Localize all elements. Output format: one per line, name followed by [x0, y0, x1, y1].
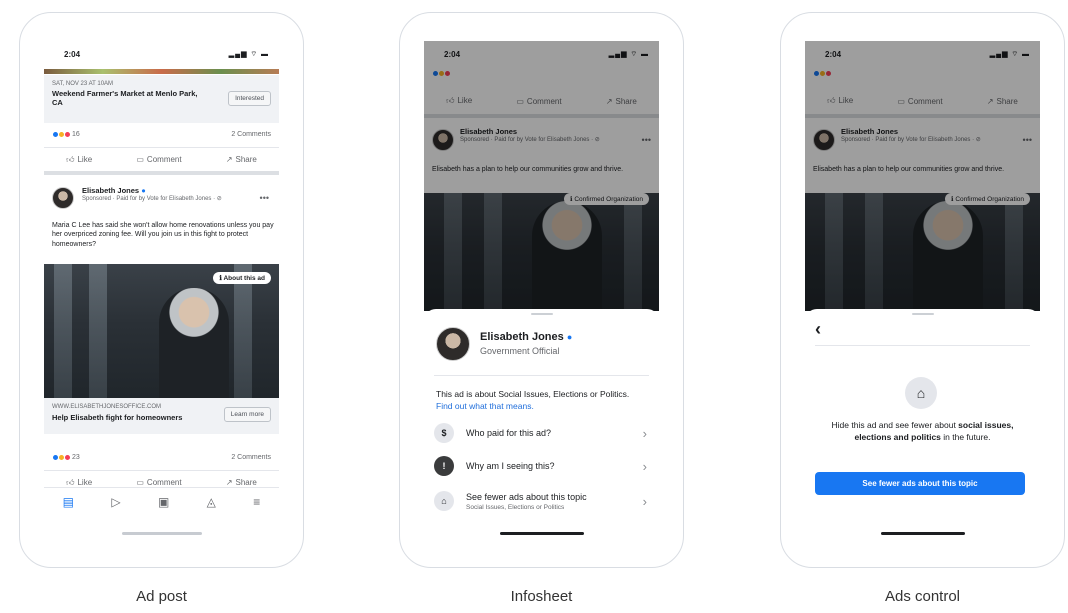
divider	[44, 171, 279, 175]
event-date: SAT, NOV 23 AT 10AM	[52, 81, 114, 87]
see-fewer-ads-button[interactable]: See fewer ads about this topic	[815, 472, 1025, 495]
info-icon: ℹ	[219, 275, 222, 282]
sheet-name: Elisabeth Jones ●	[480, 331, 573, 343]
divider	[815, 345, 1030, 346]
event-title: Weekend Farmer's Market at Menlo Park, C…	[52, 89, 198, 107]
menu-icon: ≡	[253, 494, 261, 509]
post-body: Maria C Lee has said she won't allow hom…	[52, 222, 274, 248]
screen-ad-post: 2:04 ▂▄▆ ⌔ ▬ SAT, NOV 23 AT 10AM Weekend…	[44, 41, 279, 543]
about-text: This ad is about Social Issues, Election…	[436, 389, 630, 411]
row-sublabel: Social Issues, Elections or Politics	[466, 503, 565, 511]
sheet-avatar	[436, 327, 470, 361]
tab-bar: ▤ ▷ ▣ ◬ ≡	[44, 487, 279, 515]
screen-infosheet: 2:04 ▂▄▆ ⌔ ▬ 👍︎ Like ▭ Comment ↗ Share Elis…	[424, 41, 659, 543]
event-card[interactable]: SAT, NOV 23 AT 10AM Weekend Farmer's Mar…	[44, 75, 279, 123]
action-bar-1: 👍︎ Like ▭ Comment ↗ Share	[44, 147, 279, 171]
divider	[434, 375, 649, 376]
video-icon: ▷	[111, 494, 121, 509]
home-indicator	[499, 532, 584, 535]
comment-button[interactable]: ▭ Comment	[136, 155, 181, 164]
who-paid-row[interactable]: $ Who paid for this ad? ›	[434, 419, 649, 447]
sheet-handle[interactable]	[530, 313, 553, 315]
institution-icon: ⌂	[905, 377, 937, 409]
caption-ad-post: Ad post	[136, 588, 187, 605]
find-out-link[interactable]: Find out what that means.	[436, 401, 534, 411]
sponsored-label: Sponsored · Paid for by Vote for Elisabe…	[82, 196, 222, 202]
verified-icon: ●	[141, 186, 146, 195]
thumbs-up-icon: 👍︎	[66, 477, 75, 487]
dim-overlay[interactable]	[424, 41, 659, 311]
tab-watch[interactable]: ▷	[111, 495, 120, 509]
chevron-right-icon: ›	[642, 458, 647, 474]
see-fewer-row[interactable]: ⌂ See fewer ads about this topic Social …	[434, 487, 649, 515]
like-button[interactable]: 👍︎ Like	[66, 478, 92, 488]
sheet-role: Government Official	[480, 346, 560, 356]
avatar[interactable]	[52, 187, 74, 209]
share-icon: ↗	[225, 478, 233, 487]
link-preview[interactable]: WWW.ELISABETHJONESOFFICE.COM Help Elisab…	[44, 398, 279, 434]
reaction-count: 16	[71, 130, 80, 138]
interested-button[interactable]: Interested	[228, 91, 271, 106]
row-label: Why am I seeing this?	[466, 461, 555, 471]
dim-overlay[interactable]	[805, 41, 1040, 311]
comments-count[interactable]: 2 Comments	[231, 131, 271, 138]
phone-ad-post: 2:04 ▂▄▆ ⌔ ▬ SAT, NOV 23 AT 10AM Weekend…	[19, 12, 304, 568]
reaction-count: 23	[71, 453, 80, 461]
love-reaction-icon	[64, 453, 71, 461]
store-icon: ▣	[157, 494, 170, 509]
home-indicator	[880, 532, 965, 535]
ads-control-text: Hide this ad and see fewer about social …	[831, 420, 1014, 443]
more-options-icon[interactable]: •••	[260, 193, 269, 203]
ads-control-sheet: ‹ ⌂ Hide this ad and see fewer about soc…	[805, 309, 1040, 543]
comment-icon: ▭	[136, 155, 144, 164]
back-button[interactable]: ‹	[815, 319, 821, 340]
tab-marketplace[interactable]: ▣	[158, 495, 169, 509]
status-time: 2:04	[64, 50, 81, 59]
row-label: See fewer ads about this topic	[466, 491, 587, 502]
ad-photo[interactable]: ℹ About this ad	[44, 264, 279, 398]
caption-infosheet: Infosheet	[510, 588, 573, 605]
learn-more-button[interactable]: Learn more	[223, 407, 271, 422]
woman-image	[159, 288, 229, 398]
home-icon: ▤	[62, 494, 75, 509]
sheet-handle[interactable]	[911, 313, 934, 315]
comment-icon: ▭	[136, 478, 144, 487]
dollar-icon: $	[434, 423, 454, 443]
verified-icon: ●	[566, 332, 573, 342]
comment-button[interactable]: ▭ Comment	[136, 478, 181, 487]
info-sheet: Elisabeth Jones ● Government Official Th…	[424, 309, 659, 543]
reactions-row-1[interactable]: 16 2 Comments	[44, 123, 279, 145]
thumbs-up-icon: 👍︎	[66, 154, 75, 164]
comments-count[interactable]: 2 Comments	[231, 454, 271, 461]
alert-icon: !	[434, 456, 454, 476]
phone-infosheet: 2:04 ▂▄▆ ⌔ ▬ 👍︎ Like ▭ Comment ↗ Share Elis…	[399, 12, 684, 568]
row-label: Who paid for this ad?	[466, 428, 552, 438]
tab-menu[interactable]: ≡	[253, 495, 260, 509]
screen-ads-control: 2:04 ▂▄▆ ⌔ ▬ 👍︎ Like ▭ Comment ↗ Share Elis…	[805, 41, 1040, 543]
about-this-ad-badge[interactable]: ℹ About this ad	[213, 272, 271, 284]
author-name[interactable]: Elisabeth Jones ●	[82, 186, 232, 195]
row-text: See fewer ads about this topic Social Is…	[466, 492, 587, 511]
sheet-header: Elisabeth Jones ● Government Official	[480, 331, 572, 356]
like-button[interactable]: 👍︎ Like	[66, 155, 92, 165]
home-indicator	[121, 532, 202, 535]
food-image-strip	[44, 69, 279, 74]
why-seeing-row[interactable]: ! Why am I seeing this? ›	[434, 452, 649, 480]
share-button[interactable]: ↗ Share	[226, 478, 257, 487]
caption-ads-control: Ads control	[884, 588, 961, 605]
chevron-right-icon: ›	[642, 425, 647, 441]
phone-ads-control: 2:04 ▂▄▆ ⌔ ▬ 👍︎ Like ▭ Comment ↗ Share Elis…	[780, 12, 1065, 568]
status-bar: 2:04 ▂▄▆ ⌔ ▬	[44, 41, 279, 67]
institution-icon: ⌂	[434, 491, 454, 511]
reactions-row-2[interactable]: 23 2 Comments	[44, 446, 279, 468]
chevron-right-icon: ›	[642, 493, 647, 509]
tab-home[interactable]: ▤	[63, 495, 74, 509]
tab-notifications[interactable]: ◬	[207, 495, 216, 509]
status-icons: ▂▄▆ ⌔ ▬	[228, 51, 269, 58]
post-header: Elisabeth Jones ● Sponsored · Paid for b…	[82, 186, 232, 202]
share-button[interactable]: ↗ Share	[226, 155, 257, 164]
bell-icon: ◬	[206, 494, 216, 509]
share-icon: ↗	[225, 155, 233, 164]
love-reaction-icon	[64, 130, 71, 138]
